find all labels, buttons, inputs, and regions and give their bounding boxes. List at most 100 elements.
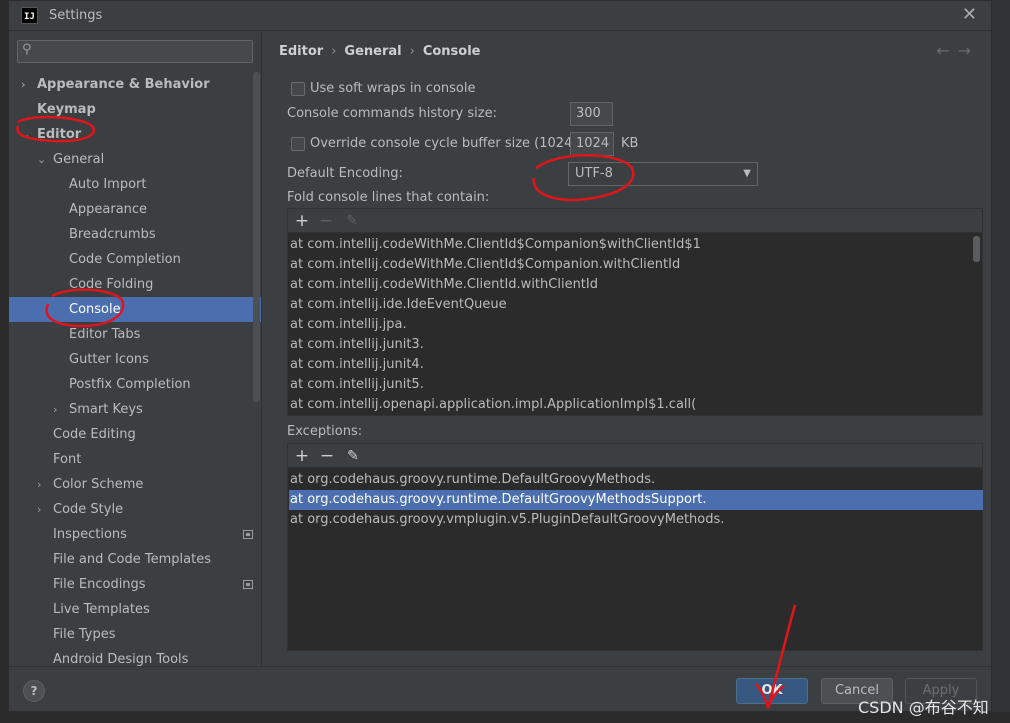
list-item[interactable]: at com.intellij.junit3. <box>289 335 424 355</box>
sidebar-item-code-style[interactable]: › Code Style <box>9 497 261 522</box>
sidebar-item-postfix-completion[interactable]: Postfix Completion <box>9 372 261 397</box>
settings-sidebar: ⚲ › Appearance & Behavior Keymap ⌄ Editor ⌄ Ge… <box>9 32 262 666</box>
project-scope-icon <box>243 580 253 589</box>
soft-wraps-checkbox[interactable] <box>291 82 305 96</box>
sidebar-item-file-and-code-templates[interactable]: File and Code Templates <box>9 547 261 572</box>
fold-lines-panel: + − ✎ at com.intellij.codeWithMe.ClientI… <box>287 208 983 416</box>
search-input[interactable]: ⚲ <box>17 40 253 63</box>
override-buffer-label: Override console cycle buffer size (1024… <box>310 136 599 151</box>
breadcrumb: Editor › General › Console <box>279 44 481 59</box>
encoding-value: UTF-8 <box>575 166 613 181</box>
sidebar-item-live-templates[interactable]: Live Templates <box>9 597 261 622</box>
navigation-arrows: ←→ <box>936 41 979 60</box>
list-item[interactable]: at org.codehaus.groovy.runtime.DefaultGr… <box>289 470 983 490</box>
sidebar-item-label: Console <box>69 302 121 317</box>
sidebar-item-label: Code Folding <box>69 277 154 292</box>
history-size-input[interactable]: 300 <box>570 102 613 126</box>
chevron-right-icon[interactable]: › <box>37 472 41 497</box>
remove-icon[interactable]: − <box>316 211 336 231</box>
list-item[interactable]: at com.intellij.jpa. <box>289 315 407 335</box>
sidebar-item-code-editing[interactable]: Code Editing <box>9 422 261 447</box>
fold-lines-scrollbar[interactable] <box>973 236 980 262</box>
help-button[interactable]: ? <box>23 680 45 702</box>
sidebar-item-label: Smart Keys <box>69 402 143 417</box>
search-icon: ⚲ <box>22 42 32 57</box>
sidebar-item-file-encodings[interactable]: File Encodings <box>9 572 261 597</box>
sidebar-item-label: Keymap <box>37 102 96 117</box>
sidebar-item-color-scheme[interactable]: › Color Scheme <box>9 472 261 497</box>
background-right-strip <box>992 0 1010 723</box>
sidebar-item-gutter-icons[interactable]: Gutter Icons <box>9 347 261 372</box>
chevron-right-icon[interactable]: › <box>37 497 41 522</box>
edit-icon[interactable]: ✎ <box>343 446 363 466</box>
sidebar-item-console[interactable]: Console <box>9 297 261 322</box>
list-item[interactable]: at com.intellij.codeWithMe.ClientId$Comp… <box>289 235 701 255</box>
sidebar-item-label: File and Code Templates <box>53 552 211 567</box>
sidebar-item-label: Editor <box>37 127 82 142</box>
list-item[interactable]: at com.intellij.openapi.application.impl… <box>289 395 696 415</box>
list-item[interactable]: at com.intellij.codeWithMe.ClientId.with… <box>289 275 598 295</box>
sidebar-item-file-types[interactable]: File Types <box>9 622 261 647</box>
sidebar-item-label: File Types <box>53 627 116 642</box>
breadcrumb-general[interactable]: General <box>344 44 401 59</box>
edit-icon[interactable]: ✎ <box>342 211 362 231</box>
sidebar-item-label: Inspections <box>53 527 127 542</box>
list-item[interactable]: at org.codehaus.groovy.vmplugin.v5.Plugi… <box>289 510 983 530</box>
sidebar-item-auto-import[interactable]: Auto Import <box>9 172 261 197</box>
sidebar-scrollbar[interactable] <box>253 72 260 402</box>
sidebar-item-label: Code Style <box>53 502 124 517</box>
project-scope-icon <box>243 530 253 539</box>
list-item[interactable]: at org.codehaus.groovy.runtime.DefaultGr… <box>289 490 983 510</box>
buffer-size-input[interactable]: 1024 <box>570 132 614 156</box>
window-title: Settings <box>49 8 103 23</box>
settings-tree: › Appearance & Behavior Keymap ⌄ Editor ⌄ Gene… <box>9 72 261 666</box>
sidebar-item-label: Editor Tabs <box>69 327 141 342</box>
sidebar-item-appearance-behavior[interactable]: › Appearance & Behavior <box>9 72 261 97</box>
chevron-right-icon[interactable]: › <box>21 72 26 97</box>
sidebar-item-inspections[interactable]: Inspections <box>9 522 261 547</box>
exceptions-label: Exceptions: <box>287 424 363 439</box>
title-bar: IJ Settings ✕ <box>9 1 991 31</box>
add-icon[interactable]: + <box>292 446 312 466</box>
sidebar-item-smart-keys[interactable]: › Smart Keys <box>9 397 261 422</box>
remove-icon[interactable]: − <box>317 446 337 466</box>
add-icon[interactable]: + <box>292 211 312 231</box>
dialog-footer: ? OK Cancel Apply <box>9 666 991 711</box>
sidebar-item-editor[interactable]: ⌄ Editor <box>9 122 261 147</box>
sidebar-item-font[interactable]: Font <box>9 447 261 472</box>
forward-arrow-icon[interactable]: → <box>958 41 979 60</box>
ok-button[interactable]: OK <box>736 678 808 704</box>
list-item[interactable]: at com.intellij.codeWithMe.ClientId$Comp… <box>289 255 680 275</box>
default-encoding-select[interactable]: UTF-8 ▼ <box>568 162 758 186</box>
sidebar-item-label: Appearance & Behavior <box>37 77 210 92</box>
sidebar-item-code-folding[interactable]: Code Folding <box>9 272 261 297</box>
sidebar-item-label: General <box>53 152 105 167</box>
sidebar-item-editor-tabs[interactable]: Editor Tabs <box>9 322 261 347</box>
exceptions-panel: + − ✎ at org.codehaus.groovy.runtime.Def… <box>287 443 983 651</box>
sidebar-item-breadcrumbs[interactable]: Breadcrumbs <box>9 222 261 247</box>
sidebar-item-appearance[interactable]: Appearance <box>9 197 261 222</box>
breadcrumb-console: Console <box>422 44 481 59</box>
override-buffer-checkbox[interactable] <box>291 137 305 151</box>
settings-dialog: IJ Settings ✕ ⚲ › Appearance & Behavior Ke… <box>8 0 992 712</box>
chevron-down-icon[interactable]: ⌄ <box>37 147 46 172</box>
list-item[interactable]: at com.intellij.junit5. <box>289 375 424 395</box>
list-item[interactable]: at com.intellij.junit4. <box>289 355 424 375</box>
sidebar-item-keymap[interactable]: Keymap <box>9 97 261 122</box>
sidebar-item-label: Gutter Icons <box>69 352 149 367</box>
chevron-right-icon[interactable]: › <box>53 397 57 422</box>
soft-wraps-label: Use soft wraps in console <box>310 81 476 96</box>
back-arrow-icon[interactable]: ← <box>936 41 957 60</box>
sidebar-item-label: Appearance <box>69 202 148 217</box>
close-icon[interactable]: ✕ <box>962 4 977 25</box>
watermark: CSDN @布谷不知 <box>858 698 989 717</box>
list-item[interactable]: at com.intellij.ide.IdeEventQueue <box>289 295 507 315</box>
sidebar-item-code-completion[interactable]: Code Completion <box>9 247 261 272</box>
sidebar-item-android-design-tools[interactable]: Android Design Tools <box>9 647 261 666</box>
console-settings-panel: Editor › General › Console ←→ Use soft wraps… <box>263 32 991 666</box>
fold-lines-label: Fold console lines that contain: <box>287 190 490 205</box>
sidebar-item-label: Font <box>53 452 82 467</box>
breadcrumb-editor[interactable]: Editor <box>279 44 323 59</box>
chevron-down-icon[interactable]: ⌄ <box>21 122 30 147</box>
sidebar-item-general[interactable]: ⌄ General <box>9 147 261 172</box>
